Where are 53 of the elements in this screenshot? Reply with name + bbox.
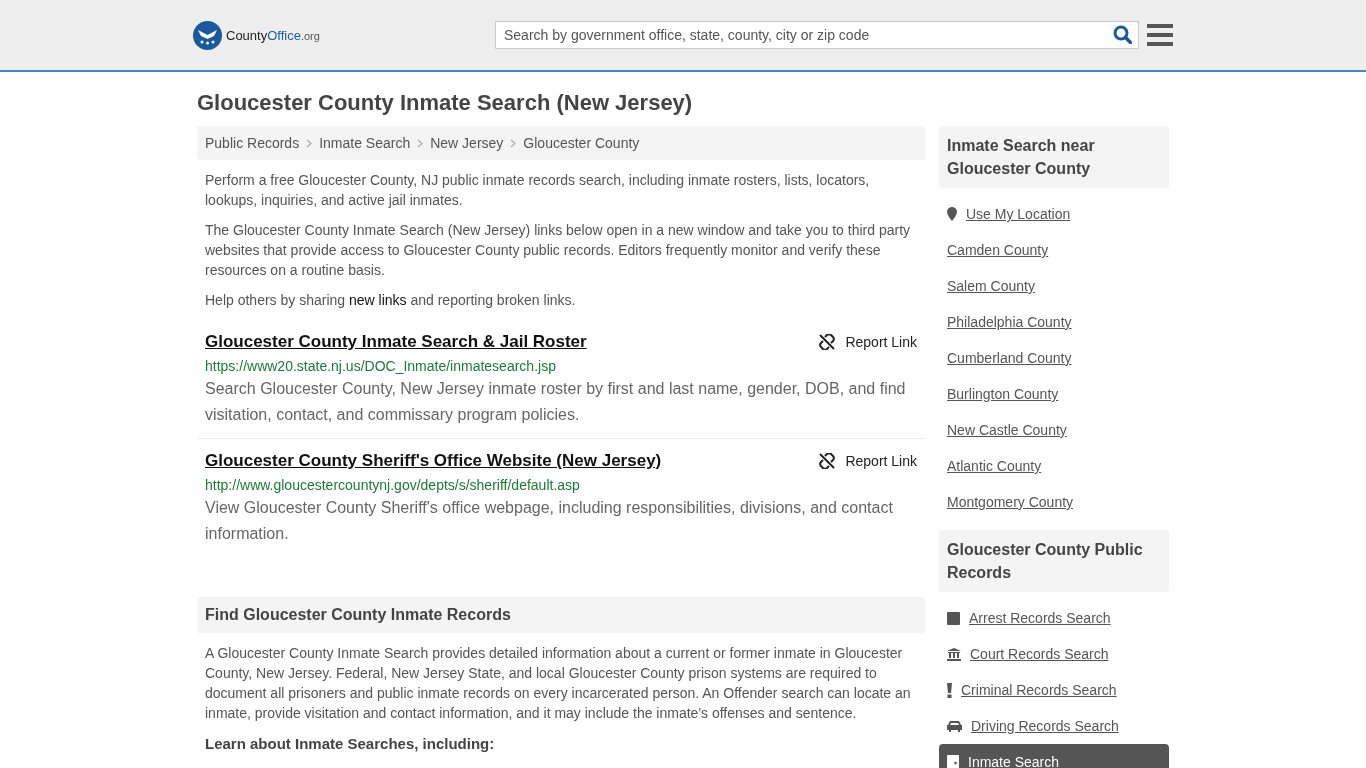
sidebar-link[interactable]: Criminal Records Search [939, 672, 1169, 708]
chevron-icon [417, 138, 424, 148]
sidebar-link[interactable]: Montgomery County [939, 484, 1169, 520]
breadcrumb-link[interactable]: New Jersey [430, 135, 504, 151]
sidebar-link[interactable]: Camden County [939, 232, 1169, 268]
resource-link[interactable]: Gloucester County Sheriff's Office Website (New Jersey) [205, 451, 662, 471]
breadcrumb-link[interactable]: Inmate Search [319, 135, 411, 151]
sidebar-link[interactable]: Driving Records Search [939, 708, 1169, 744]
resource-url: http://www.gloucestercountynj.gov/depts/s/sheriff/default.asp [205, 477, 581, 493]
broken-link-icon [819, 453, 836, 469]
section-paragraph: A Gloucester County Inmate Search provides detailed information about a current or former inmate in Gloucester County, New Jersey. Federal, New Jersey State, and local Gloucester County prison systems are required to document all prisoners and public inmate records on every incarcerated person. An Offender search can locate an inmate, provide visitation and contact information, and it may include the inmate's offenses and sentence. [205, 644, 912, 723]
sidebar-link[interactable]: Salem County [939, 268, 1169, 304]
sidebar-link[interactable]: Cumberland County [939, 340, 1169, 376]
sidebar-heading: Inmate Search near Gloucester County [939, 126, 1169, 188]
section-heading: Find Gloucester County Inmate Records [197, 597, 925, 633]
menu-icon[interactable] [1147, 24, 1173, 46]
share-paragraph: Help others by sharing new links and reporting broken links. [205, 291, 577, 310]
intro-paragraph: The Gloucester County Inmate Search (New Jersey) links below open in a new window and take you to third party websites that provide access to Gloucester County public records. Editors frequently monitor and verify these resources on a routine basis. [205, 221, 912, 280]
sidebar-link[interactable]: Philadelphia County [939, 304, 1169, 340]
resource-url: https://www20.state.nj.us/DOC_Inmate/inmatesearch.jsp [205, 358, 557, 374]
subheading: Learn about Inmate Searches, including: [205, 735, 496, 752]
report-link-button[interactable]: Report Link [819, 334, 917, 350]
resource-description: Search Gloucester County, New Jersey inmate roster by first and last name, gender, DOB, and find visitation, contact, and commissary program policies. [205, 379, 907, 425]
resource-description: View Gloucester County Sheriff's office webpage, including responsibilities, divisions, and contact information. [205, 498, 894, 544]
map-pin-icon [947, 207, 957, 221]
sidebar-link[interactable]: New Castle County [939, 412, 1169, 448]
car-icon [947, 720, 962, 732]
logo-text: CountyOffice.org [226, 27, 320, 43]
sidebar-link[interactable]: Inmate Search [939, 744, 1169, 768]
new-links-link[interactable]: new links [348, 292, 407, 308]
exclamation-icon [947, 682, 952, 698]
courthouse-icon [947, 647, 961, 661]
search-field[interactable]: Search by government office, state, county, city or zip code [495, 21, 1139, 49]
intro-paragraph: Perform a free Gloucester County, NJ public inmate records search, including inmate rosters, lists, locators, lookups, inquiries, and active jail inmates. [205, 171, 871, 210]
page-title: Gloucester County Inmate Search (New Jersey) [197, 90, 694, 116]
sidebar-link[interactable]: Atlantic County [939, 448, 1169, 484]
breadcrumb-link[interactable]: Public Records [205, 135, 300, 151]
breadcrumb-link[interactable]: Gloucester County [523, 135, 640, 151]
square-icon [947, 611, 960, 625]
sidebar-heading: Gloucester County Public Records [939, 530, 1169, 592]
resource-link[interactable]: Gloucester County Inmate Search & Jail Roster [205, 332, 587, 352]
eagle-logo-icon [193, 20, 222, 50]
door-icon [947, 754, 959, 768]
chevron-icon [510, 138, 517, 148]
sidebar-link[interactable]: Court Records Search [939, 636, 1169, 672]
site-logo[interactable]: CountyOffice.org [193, 20, 320, 50]
sidebar-link[interactable]: Use My Location [939, 196, 1169, 232]
sidebar-link[interactable]: Arrest Records Search [939, 600, 1169, 636]
search-icon[interactable] [1113, 25, 1132, 44]
broken-link-icon [819, 334, 836, 350]
sidebar-link[interactable]: Burlington County [939, 376, 1169, 412]
report-link-button[interactable]: Report Link [819, 453, 917, 469]
chevron-icon [306, 138, 313, 148]
